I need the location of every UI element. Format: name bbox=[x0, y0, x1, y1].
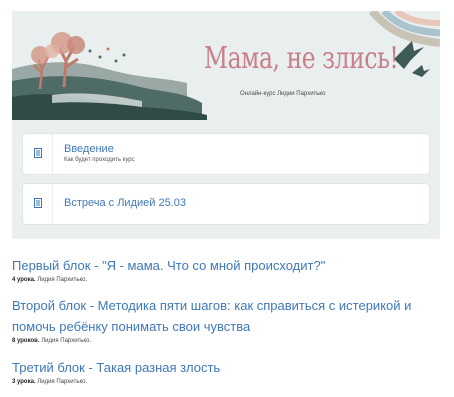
lesson-title[interactable]: Встреча с Лидией 25.03 bbox=[64, 197, 186, 209]
lesson-count: 8 уроков. bbox=[12, 338, 40, 344]
course-block: Первый блок - "Я - мама. Что со мной про… bbox=[12, 255, 442, 283]
document-icon bbox=[34, 148, 42, 158]
lesson-title[interactable]: Введение bbox=[64, 143, 114, 155]
course-title: Мама, не злись! bbox=[204, 41, 399, 76]
block-title-link[interactable]: Второй блок - Методика пяти шагов: как с… bbox=[12, 295, 442, 337]
block-title-link[interactable]: Первый блок - "Я - мама. Что со мной про… bbox=[12, 255, 442, 276]
course-banner: Мама, не злись! Онлайн-курс Лидии Пархит… bbox=[12, 11, 440, 120]
block-author: Лидия Пархитько. bbox=[37, 379, 88, 385]
lesson-item-intro[interactable]: Введение Как будет проходить курс bbox=[23, 134, 429, 174]
course-block: Третий блок - Такая разная злость 3 урок… bbox=[12, 357, 442, 385]
course-subtitle: Онлайн-курс Лидии Пархитько bbox=[240, 91, 326, 97]
lesson-item-meeting[interactable]: Встреча с Лидией 25.03 bbox=[23, 184, 429, 224]
lesson-description: Как будет проходить курс bbox=[64, 157, 135, 163]
block-meta: 4 урока. Лидия Пархитько. bbox=[12, 277, 442, 283]
block-meta: 8 уроков. Лидия Пархитько. bbox=[12, 338, 442, 344]
course-block: Второй блок - Методика пяти шагов: как с… bbox=[12, 295, 442, 344]
block-meta: 3 урока. Лидия Пархитько. bbox=[12, 379, 442, 385]
lesson-icon-wrap bbox=[23, 134, 53, 174]
lesson-count: 3 урока. bbox=[12, 379, 36, 385]
lesson-count: 4 урока. bbox=[12, 277, 36, 283]
lessons-panel: Введение Как будет проходить курс Встреч… bbox=[12, 120, 440, 239]
block-title-link[interactable]: Третий блок - Такая разная злость bbox=[12, 357, 442, 378]
block-author: Лидия Пархитько. bbox=[41, 338, 92, 344]
document-icon bbox=[34, 198, 42, 208]
lesson-icon-wrap bbox=[23, 184, 53, 224]
block-author: Лидия Пархитько. bbox=[37, 277, 88, 283]
